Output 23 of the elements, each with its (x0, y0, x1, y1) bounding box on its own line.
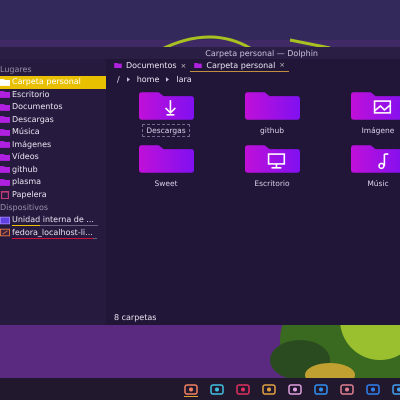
drive-icon (0, 216, 10, 225)
sidebar-item[interactable]: Vídeos (0, 151, 106, 164)
sidebar-item[interactable]: github (0, 164, 106, 176)
status-text: 8 carpetas (114, 312, 156, 322)
sidebar-item[interactable]: Documentos (0, 101, 106, 114)
section-heading: Lugares (0, 64, 33, 76)
sidebar-item[interactable]: Papelera (0, 188, 106, 201)
sidebar-item[interactable]: Música (0, 126, 106, 138)
sidebar-item[interactable]: Imágenes (0, 138, 106, 151)
disk-icon (0, 228, 10, 238)
sidebar-item[interactable]: fedora_localhost-li... (0, 226, 106, 239)
sidebar-item[interactable]: Escritorio (0, 88, 106, 101)
window-title: Carpeta personal — Dolphin (205, 48, 318, 58)
breadcrumb-item[interactable]: home (136, 74, 160, 84)
sidebar-item[interactable]: Unidad interna de ... (0, 214, 106, 226)
trash-icon (0, 190, 10, 200)
sidebar-item[interactable]: plasma (0, 176, 106, 188)
chevron-icon (166, 76, 170, 82)
chevron-icon (126, 76, 130, 82)
breadcrumb-item[interactable]: lara (176, 74, 192, 84)
sidebar-item[interactable]: Descargas (0, 114, 106, 126)
breadcrumb-item[interactable]: / (117, 74, 120, 84)
section-heading: Dispositivos (0, 202, 50, 214)
